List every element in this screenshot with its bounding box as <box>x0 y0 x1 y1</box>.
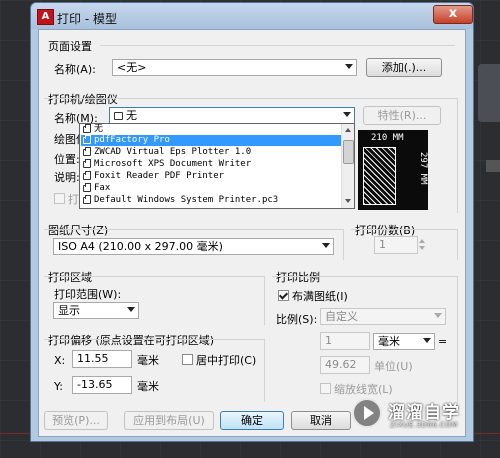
printer-icon <box>83 147 91 156</box>
printer-icon <box>83 135 91 144</box>
scale-unit-value: 毫米 <box>378 335 400 348</box>
spin-down-icon[interactable] <box>419 246 425 250</box>
fit-to-paper-label: 布满图纸(I) <box>292 290 348 303</box>
dropdown-item-label: 无 <box>94 124 104 134</box>
print-range-combo[interactable]: 显示 <box>53 302 139 319</box>
scroll-up-icon[interactable] <box>345 128 351 132</box>
printer-icon <box>83 195 91 204</box>
printer-properties-button[interactable]: 特性(R)... <box>363 106 441 125</box>
ok-button[interactable]: 确定 <box>220 411 284 430</box>
dialog-title: 打印 - 模型 <box>57 12 117 26</box>
close-button[interactable]: x <box>433 5 473 24</box>
paper-size-value: ISO A4 (210.00 x 297.00 毫米) <box>58 240 223 253</box>
scroll-down-icon[interactable] <box>345 199 351 203</box>
chevron-down-icon <box>343 112 351 117</box>
dropdown-item-label: Default Windows System Printer.pc3 <box>94 195 279 205</box>
watermark-subtext: ZIXUE.3D66.COM <box>390 421 458 429</box>
printer-icon <box>83 183 91 192</box>
scale-unit-combo[interactable]: 毫米 <box>373 333 435 350</box>
printer-icon <box>114 112 123 120</box>
page-setup-group-label: 页面设置 <box>48 40 92 53</box>
scale-lineweights-label: 缩放线宽(L) <box>334 383 393 396</box>
preview-width-label: 210 MM <box>371 133 404 143</box>
offset-y-unit: 毫米 <box>137 380 159 393</box>
title-bar[interactable]: A 打印 - 模型 x <box>31 3 473 29</box>
paper-preview-sheet <box>363 147 396 205</box>
print-range-label: 打印范围(W): <box>54 288 122 301</box>
scale-combo[interactable]: 自定义 <box>320 308 446 325</box>
description-label: 说明: <box>54 171 80 184</box>
dropdown-item[interactable]: 无 <box>81 124 343 135</box>
watermark-logo: 溜溜自学 ZIXUE.3D66.COM <box>352 396 472 436</box>
printer-dropdown-list[interactable]: 无 pdfFactory Pro ZWCAD Virtual Eps Plott… <box>79 123 355 209</box>
fit-to-paper-checkbox[interactable] <box>278 290 289 301</box>
play-icon <box>352 398 382 428</box>
scale-value2-input[interactable]: 49.62 <box>320 356 370 374</box>
dropdown-item-label: Fax <box>94 183 111 193</box>
scale-value: 自定义 <box>325 310 358 323</box>
paper-size-combo[interactable]: ISO A4 (210.00 x 297.00 毫米) <box>53 238 334 255</box>
scale-value1-input[interactable]: 1 <box>320 332 370 350</box>
chevron-down-icon <box>127 307 135 312</box>
location-label: 位置: <box>54 153 80 166</box>
apply-to-layout-button[interactable]: 应用到布局(U) <box>124 411 214 430</box>
chevron-down-icon <box>345 64 353 69</box>
center-print-checkbox[interactable] <box>182 354 193 365</box>
preview-height-label: 297 MM <box>418 152 428 185</box>
chevron-down-icon <box>423 338 431 343</box>
printer-icon <box>83 171 91 180</box>
page-setup-name-combo[interactable]: <无> <box>112 59 357 76</box>
dropdown-item[interactable]: Default Windows System Printer.pc3 <box>81 195 343 206</box>
offset-x-unit: 毫米 <box>137 354 159 367</box>
offset-y-input[interactable]: -13.65 <box>72 376 132 394</box>
scale-equals: = <box>438 335 448 348</box>
printer-icon <box>83 124 91 133</box>
copies-input[interactable]: 1 <box>374 236 418 254</box>
printer-name-value: 无 <box>126 109 137 122</box>
preview-button[interactable]: 预览(P)... <box>44 411 108 430</box>
dropdown-item[interactable]: Microsoft XPS Document Writer <box>81 159 343 170</box>
scale-units-label: 单位(U) <box>374 360 413 373</box>
side-marker <box>486 160 500 172</box>
spin-up-icon[interactable] <box>419 239 425 243</box>
offset-y-label: Y: <box>54 380 63 393</box>
app-icon: A <box>37 9 54 25</box>
dropdown-item[interactable]: Fax <box>81 183 343 194</box>
add-page-setup-button[interactable]: 添加(.)... <box>366 58 442 77</box>
group-divider <box>100 45 455 46</box>
scale-lineweights-checkbox[interactable] <box>320 383 331 394</box>
dropdown-item-label: ZWCAD Virtual Eps Plotter 1.0 <box>94 147 252 157</box>
offset-x-label: X: <box>54 354 66 367</box>
scrollbar-thumb[interactable] <box>343 140 354 164</box>
cancel-button[interactable]: 取消 <box>291 411 351 430</box>
printer-name-combo[interactable]: 无 <box>109 107 355 124</box>
dropdown-scrollbar[interactable] <box>341 124 354 208</box>
page-setup-name-value: <无> <box>117 61 147 74</box>
viewcube-widget[interactable] <box>478 64 500 122</box>
scale-label: 比例(S): <box>276 313 318 326</box>
printer-icon <box>83 159 91 168</box>
dropdown-item[interactable]: ZWCAD Virtual Eps Plotter 1.0 <box>81 147 343 158</box>
dropdown-item-label: Microsoft XPS Document Writer <box>94 159 252 169</box>
dropdown-item-selected[interactable]: pdfFactory Pro <box>81 135 343 146</box>
dropdown-item-label: pdfFactory Pro <box>94 135 170 145</box>
center-print-label: 居中打印(C) <box>196 354 257 367</box>
watermark-text: 溜溜自学 <box>388 403 460 423</box>
offset-x-input[interactable]: 11.55 <box>72 350 132 368</box>
chevron-down-icon <box>322 243 330 248</box>
chevron-down-icon <box>434 313 442 318</box>
dropdown-item[interactable]: Foxit Reader PDF Printer <box>81 171 343 182</box>
print-to-file-checkbox[interactable] <box>54 193 65 204</box>
dropdown-item-label: Foxit Reader PDF Printer <box>94 171 225 181</box>
print-range-value: 显示 <box>58 304 80 317</box>
page-setup-name-label: 名称(A): <box>54 63 96 76</box>
